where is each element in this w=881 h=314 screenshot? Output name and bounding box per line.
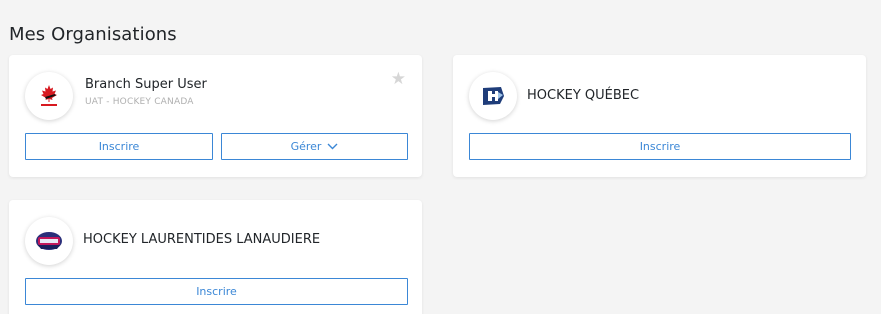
hockey-quebec-logo-icon (469, 72, 517, 120)
star-icon[interactable]: ★ (391, 71, 406, 88)
inscrire-button-label: Inscrire (196, 285, 237, 298)
hockey-canada-logo-icon (25, 72, 73, 120)
organisation-subtitle: UAT - HOCKEY CANADA (85, 97, 194, 107)
gerer-button-label: Gérer (290, 140, 322, 153)
organisation-name: HOCKEY QUÉBEC (527, 88, 640, 103)
inscrire-button[interactable]: Inscrire (469, 133, 851, 160)
inscrire-button-label: Inscrire (639, 140, 681, 153)
organisation-card-branch-super-user: Branch Super User UAT - HOCKEY CANADA ★ … (9, 55, 422, 177)
chevron-down-icon (327, 143, 338, 150)
organisation-card-hockey-laurentides-lanaudiere: HOCKEY LAURENTIDES LANAUDIERE Inscrire (9, 200, 422, 314)
inscrire-button[interactable]: Inscrire (25, 133, 213, 160)
organisation-name: HOCKEY LAURENTIDES LANAUDIERE (83, 232, 321, 247)
hockey-laurentides-lanaudiere-logo-icon (25, 217, 73, 265)
organisation-name: Branch Super User (85, 77, 207, 92)
organisation-card-hockey-quebec: HOCKEY QUÉBEC Inscrire (453, 55, 866, 177)
gerer-dropdown-button[interactable]: Gérer (221, 133, 408, 160)
page-title: Mes Organisations (9, 24, 177, 45)
inscrire-button-label: Inscrire (98, 140, 140, 153)
inscrire-button[interactable]: Inscrire (25, 278, 408, 305)
